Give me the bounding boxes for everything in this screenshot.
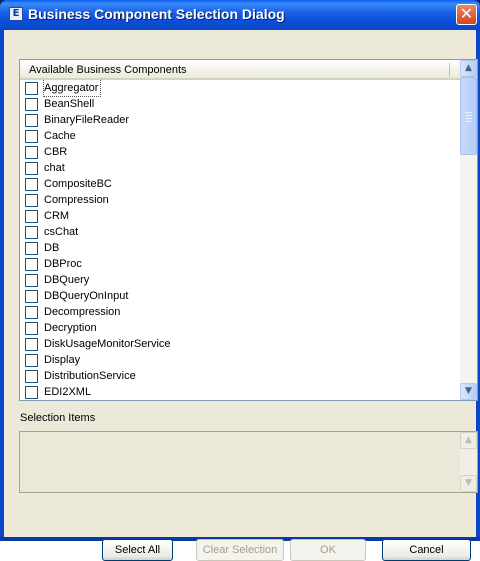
dialog-body: Available Business Components Aggregator…	[4, 30, 478, 561]
list-item[interactable]: BinaryFileReader	[20, 112, 460, 128]
list-item[interactable]: DB	[20, 240, 460, 256]
scroll-down-button[interactable]: ▼	[460, 383, 477, 400]
item-label: DBQuery	[44, 274, 90, 286]
item-label: csChat	[44, 226, 79, 238]
list-item[interactable]: Decryption	[20, 320, 460, 336]
item-checkbox[interactable]	[25, 370, 38, 383]
list-item[interactable]: Cache	[20, 128, 460, 144]
app-icon: E	[9, 7, 23, 21]
item-checkbox[interactable]	[25, 146, 38, 159]
list-item[interactable]: CBR	[20, 144, 460, 160]
list-item[interactable]: chat	[20, 160, 460, 176]
close-button[interactable]: ✕	[456, 4, 477, 25]
ok-button[interactable]: OK	[290, 539, 366, 561]
item-label: Decompression	[44, 306, 121, 318]
item-checkbox[interactable]	[25, 242, 38, 255]
dialog-title: Business Component Selection Dialog	[28, 6, 285, 22]
list-item[interactable]: DBProc	[20, 256, 460, 272]
scroll-up-button[interactable]: ▲	[460, 60, 477, 77]
dialog-window: E Business Component Selection Dialog ✕ …	[0, 0, 480, 561]
list-item[interactable]: BeanShell	[20, 96, 460, 112]
item-checkbox[interactable]	[25, 258, 38, 271]
item-checkbox[interactable]	[25, 386, 38, 399]
item-checkbox[interactable]	[25, 322, 38, 335]
item-label: CompositeBC	[44, 178, 112, 190]
list-rows: Aggregator BeanShell BinaryFileReader Cache…	[20, 80, 460, 400]
item-checkbox[interactable]	[25, 274, 38, 287]
item-label: DistributionService	[44, 370, 136, 382]
item-label: DBQueryOnInput	[44, 290, 129, 302]
cancel-button[interactable]: Cancel	[382, 539, 471, 561]
item-checkbox[interactable]	[25, 210, 38, 223]
item-label: Compression	[44, 194, 109, 206]
list-item[interactable]: DistributionService	[20, 368, 460, 384]
item-label: Decryption	[44, 322, 97, 334]
list-vertical-scrollbar[interactable]: ▲ ▼	[460, 60, 477, 400]
list-item[interactable]: DiskUsageMonitorService	[20, 336, 460, 352]
list-item[interactable]: Display	[20, 352, 460, 368]
scroll-up-arrow-icon: ▲	[465, 63, 472, 73]
item-label: CRM	[44, 210, 70, 222]
item-checkbox[interactable]	[25, 194, 38, 207]
selection-items-box[interactable]: ▲ ▼	[19, 431, 478, 493]
item-label: BeanShell	[44, 98, 95, 110]
column-header[interactable]: Available Business Components	[20, 60, 460, 80]
select-all-button[interactable]: Select All	[102, 539, 173, 561]
clear-selection-button[interactable]: Clear Selection	[196, 539, 284, 561]
list-item[interactable]: CompositeBC	[20, 176, 460, 192]
item-checkbox[interactable]	[25, 354, 38, 367]
list-item[interactable]: Aggregator	[20, 80, 460, 97]
scrollbar-thumb[interactable]	[460, 77, 477, 155]
item-label: DBProc	[44, 258, 82, 270]
list-item[interactable]: Decompression	[20, 304, 460, 320]
selection-scroll-down-button[interactable]: ▼	[460, 475, 477, 492]
item-checkbox[interactable]	[25, 114, 38, 127]
item-label: DB	[44, 242, 60, 254]
item-checkbox[interactable]	[25, 306, 38, 319]
item-checkbox[interactable]	[25, 226, 38, 239]
available-components-list[interactable]: Available Business Components Aggregator…	[19, 59, 478, 401]
selection-vertical-scrollbar[interactable]: ▲ ▼	[460, 432, 477, 492]
item-label: chat	[44, 162, 65, 174]
column-header-label: Available Business Components	[29, 64, 187, 76]
item-checkbox[interactable]	[25, 162, 38, 175]
item-label: CBR	[44, 146, 68, 158]
list-item[interactable]: DBQueryOnInput	[20, 288, 460, 304]
item-checkbox[interactable]	[25, 98, 38, 111]
item-checkbox[interactable]	[25, 178, 38, 191]
title-bar[interactable]: E Business Component Selection Dialog ✕	[0, 0, 480, 30]
list-item[interactable]: CRM	[20, 208, 460, 224]
scroll-down-arrow-icon: ▼	[465, 478, 472, 488]
selection-items-label: Selection Items	[20, 412, 96, 424]
scroll-up-arrow-icon: ▲	[465, 435, 472, 445]
item-label: Aggregator	[42, 80, 102, 97]
selection-scroll-up-button[interactable]: ▲	[460, 432, 477, 449]
list-item[interactable]: DBQuery	[20, 272, 460, 288]
list-item[interactable]: EDI2XML	[20, 384, 460, 400]
scroll-down-arrow-icon: ▼	[465, 386, 472, 396]
list-item[interactable]: csChat	[20, 224, 460, 240]
item-label: BinaryFileReader	[44, 114, 129, 126]
item-label: Cache	[44, 130, 76, 142]
item-checkbox[interactable]	[25, 290, 38, 303]
item-label: Display	[44, 354, 81, 366]
list-item[interactable]: Compression	[20, 192, 460, 208]
item-checkbox[interactable]	[25, 82, 38, 95]
column-header-separator	[449, 63, 450, 77]
item-label: EDI2XML	[44, 386, 92, 398]
item-checkbox[interactable]	[25, 338, 38, 351]
item-label: DiskUsageMonitorService	[44, 338, 171, 350]
item-checkbox[interactable]	[25, 130, 38, 143]
